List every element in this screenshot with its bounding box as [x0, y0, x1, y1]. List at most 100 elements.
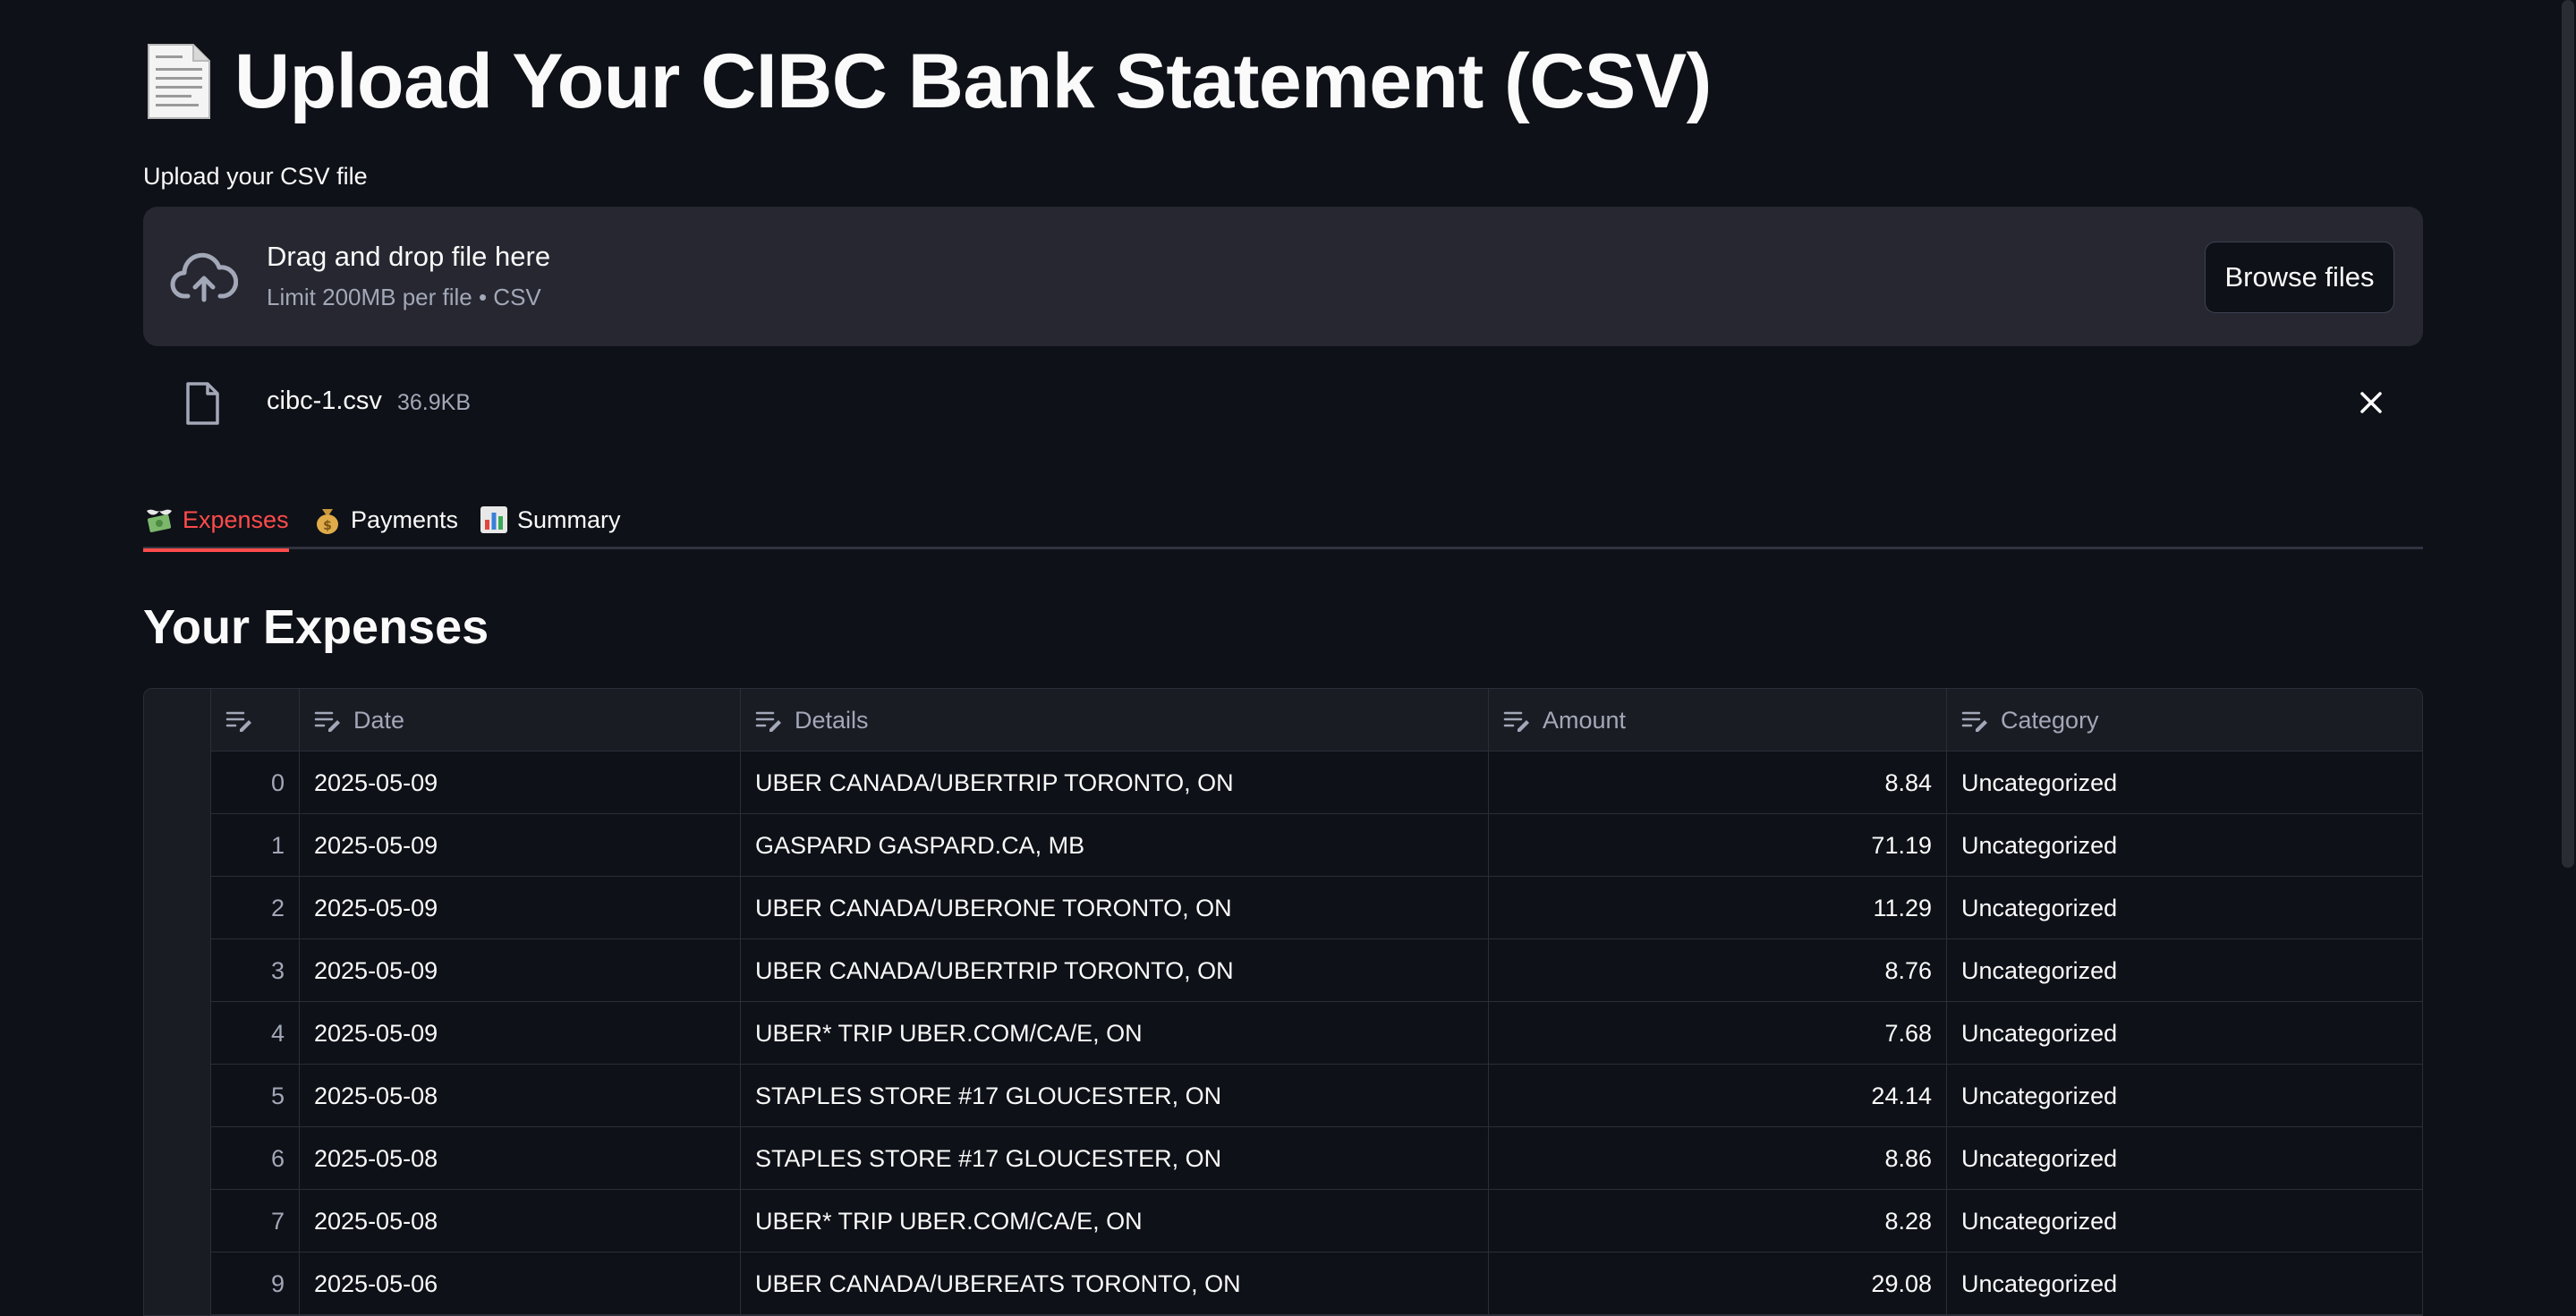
- edit-list-icon: [225, 711, 251, 732]
- section-heading: Your Expenses: [143, 600, 489, 654]
- bar-chart-icon: [480, 506, 507, 533]
- details-cell[interactable]: GASPARD GASPARD.CA, MB: [741, 814, 1489, 877]
- amount-column-header[interactable]: Amount: [1489, 689, 1947, 751]
- details-cell[interactable]: STAPLES STORE #17 GLOUCESTER, ON: [741, 1127, 1489, 1190]
- index-cell[interactable]: 7: [211, 1190, 300, 1252]
- file-dropzone[interactable]: Drag and drop file here Limit 200MB per …: [143, 207, 2423, 346]
- table-row[interactable]: 5 2025-05-08 STAPLES STORE #17 GLOUCESTER,…: [144, 1065, 2422, 1127]
- page-title: Upload Your CIBC Bank Statement (CSV): [143, 32, 1712, 131]
- index-cell[interactable]: 4: [211, 1002, 300, 1065]
- money-with-wings-icon: [147, 509, 172, 532]
- details-cell[interactable]: STAPLES STORE #17 GLOUCESTER, ON: [741, 1065, 1489, 1127]
- category-column-header[interactable]: Category: [1947, 689, 2422, 751]
- date-cell[interactable]: 2025-05-09: [300, 877, 741, 939]
- date-column-header[interactable]: Date: [300, 689, 741, 751]
- row-marker[interactable]: [144, 814, 211, 877]
- column-label: Category: [2001, 706, 2099, 734]
- edit-list-icon: [755, 711, 781, 732]
- details-cell[interactable]: UBER CANADA/UBERONE TORONTO, ON: [741, 877, 1489, 939]
- index-cell[interactable]: 0: [211, 751, 300, 814]
- table-row[interactable]: 2 2025-05-09 UBER CANADA/UBERONE TORONTO, …: [144, 877, 2422, 939]
- date-cell[interactable]: 2025-05-08: [300, 1065, 741, 1127]
- index-cell[interactable]: 5: [211, 1065, 300, 1127]
- amount-cell[interactable]: 29.08: [1489, 1252, 1947, 1315]
- row-marker[interactable]: [144, 1065, 211, 1127]
- date-cell[interactable]: 2025-05-09: [300, 751, 741, 814]
- tab-summary[interactable]: Summary: [478, 492, 621, 548]
- amount-cell[interactable]: 11.29: [1489, 877, 1947, 939]
- dropzone-limit: Limit 200MB per file • CSV: [267, 284, 541, 310]
- page-title-text: Upload Your CIBC Bank Statement (CSV): [234, 38, 1712, 124]
- category-cell[interactable]: Uncategorized: [1947, 1065, 2422, 1127]
- table-row[interactable]: 0 2025-05-09 UBER CANADA/UBERTRIP TORONTO,…: [144, 751, 2422, 814]
- category-cell[interactable]: Uncategorized: [1947, 877, 2422, 939]
- row-marker[interactable]: [144, 1002, 211, 1065]
- category-cell[interactable]: Uncategorized: [1947, 939, 2422, 1002]
- row-marker[interactable]: [144, 1252, 211, 1315]
- dropzone-title: Drag and drop file here: [267, 241, 551, 272]
- date-cell[interactable]: 2025-05-08: [300, 1127, 741, 1190]
- table-row[interactable]: 4 2025-05-09 UBER* TRIP UBER.COM/CA/E, ON 7…: [144, 1002, 2422, 1065]
- file-icon: [186, 382, 219, 425]
- file-size: 36.9KB: [397, 390, 472, 415]
- tab-label: Summary: [517, 505, 621, 533]
- tab-payments[interactable]: $ Payments: [311, 492, 458, 548]
- details-cell[interactable]: UBER CANADA/UBERTRIP TORONTO, ON: [741, 939, 1489, 1002]
- table-row[interactable]: 3 2025-05-09 UBER CANADA/UBERTRIP TORONTO,…: [144, 939, 2422, 1002]
- table-row[interactable]: 7 2025-05-08 UBER* TRIP UBER.COM/CA/E, ON 8…: [144, 1190, 2422, 1252]
- column-label: Amount: [1543, 706, 1627, 734]
- row-marker[interactable]: [144, 751, 211, 814]
- index-cell[interactable]: 2: [211, 877, 300, 939]
- edit-list-icon: [314, 711, 340, 732]
- edit-list-icon: [1503, 711, 1529, 732]
- uploaded-file: cibc-1.csv 36.9KB: [143, 367, 2423, 438]
- amount-cell[interactable]: 8.28: [1489, 1190, 1947, 1252]
- row-marker[interactable]: [144, 1127, 211, 1190]
- row-marker[interactable]: [144, 939, 211, 1002]
- details-cell[interactable]: UBER* TRIP UBER.COM/CA/E, ON: [741, 1190, 1489, 1252]
- column-label: Date: [353, 706, 405, 734]
- close-icon[interactable]: [2353, 385, 2389, 420]
- tab-label: Payments: [351, 505, 459, 533]
- row-marker[interactable]: [144, 1190, 211, 1252]
- details-cell[interactable]: UBER CANADA/UBEREATS TORONTO, ON: [741, 1252, 1489, 1315]
- details-cell[interactable]: UBER CANADA/UBERTRIP TORONTO, ON: [741, 751, 1489, 814]
- date-cell[interactable]: 2025-05-09: [300, 1002, 741, 1065]
- file-name: cibc-1.csv: [267, 386, 382, 415]
- category-cell[interactable]: Uncategorized: [1947, 1002, 2422, 1065]
- date-cell[interactable]: 2025-05-08: [300, 1190, 741, 1252]
- index-cell[interactable]: 6: [211, 1127, 300, 1190]
- index-cell[interactable]: 1: [211, 814, 300, 877]
- amount-cell[interactable]: 24.14: [1489, 1065, 1947, 1127]
- details-column-header[interactable]: Details: [741, 689, 1489, 751]
- category-cell[interactable]: Uncategorized: [1947, 814, 2422, 877]
- index-cell[interactable]: 9: [211, 1252, 300, 1315]
- date-cell[interactable]: 2025-05-09: [300, 939, 741, 1002]
- date-cell[interactable]: 2025-05-06: [300, 1252, 741, 1315]
- row-marker-header: [144, 689, 211, 751]
- category-cell[interactable]: Uncategorized: [1947, 751, 2422, 814]
- date-cell[interactable]: 2025-05-09: [300, 814, 741, 877]
- category-cell[interactable]: Uncategorized: [1947, 1127, 2422, 1190]
- table-row[interactable]: 1 2025-05-09 GASPARD GASPARD.CA, MB 71.19 Un…: [144, 814, 2422, 877]
- svg-text:$: $: [323, 519, 332, 533]
- amount-cell[interactable]: 8.86: [1489, 1127, 1947, 1190]
- amount-cell[interactable]: 8.76: [1489, 939, 1947, 1002]
- category-cell[interactable]: Uncategorized: [1947, 1252, 2422, 1315]
- table-header-row: Date Details Amount Category: [144, 689, 2422, 751]
- amount-cell[interactable]: 71.19: [1489, 814, 1947, 877]
- page-scrollbar[interactable]: [2562, 0, 2574, 868]
- details-cell[interactable]: UBER* TRIP UBER.COM/CA/E, ON: [741, 1002, 1489, 1065]
- table-row[interactable]: 6 2025-05-08 STAPLES STORE #17 GLOUCESTER,…: [144, 1127, 2422, 1190]
- amount-cell[interactable]: 7.68: [1489, 1002, 1947, 1065]
- row-marker[interactable]: [144, 877, 211, 939]
- category-cell[interactable]: Uncategorized: [1947, 1190, 2422, 1252]
- index-cell[interactable]: 3: [211, 939, 300, 1002]
- edit-list-icon: [1961, 711, 1987, 732]
- expenses-table[interactable]: Date Details Amount Category 0 2025-05-0…: [143, 688, 2423, 1316]
- browse-files-button[interactable]: Browse files: [2205, 242, 2394, 313]
- amount-cell[interactable]: 8.84: [1489, 751, 1947, 814]
- index-column-header[interactable]: [211, 689, 300, 751]
- table-row[interactable]: 9 2025-05-06 UBER CANADA/UBEREATS TORONTO,…: [144, 1252, 2422, 1315]
- tab-expenses[interactable]: Expenses: [143, 492, 289, 552]
